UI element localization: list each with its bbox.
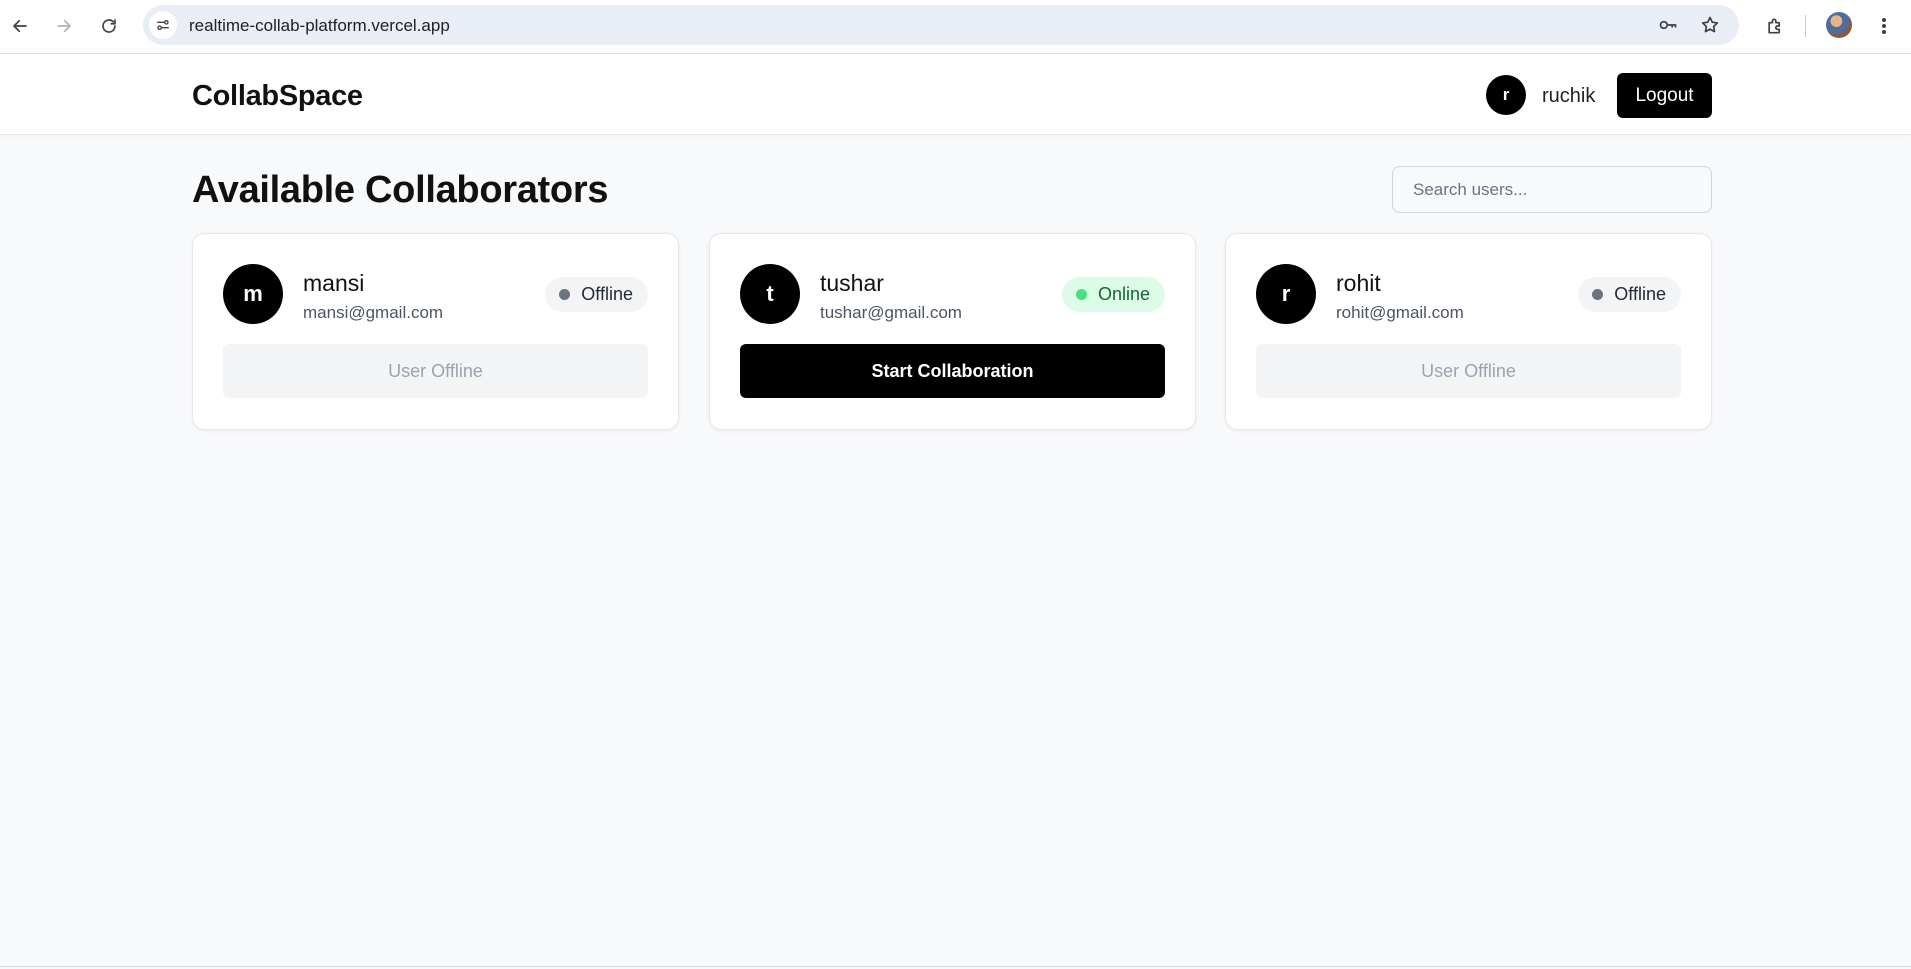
bookmark-star-icon[interactable]	[1698, 13, 1722, 37]
status-label: Online	[1097, 284, 1150, 304]
avatar: m	[223, 264, 283, 324]
user-name: mansi	[303, 270, 365, 296]
address-bar[interactable]: realtime-collab-platform.vercel.app	[143, 5, 1739, 45]
user-card-tushar: t tushar tushar@gmail.com Online Start C…	[709, 233, 1196, 430]
current-user-name: ruchik	[1542, 85, 1596, 107]
more-vert-icon[interactable]	[1872, 11, 1896, 41]
page-title: Available Collaborators	[192, 169, 609, 211]
forward-arrow-icon[interactable]	[49, 11, 79, 41]
user-card-rohit: r rohit rohit@gmail.com Offline User Off…	[1225, 233, 1712, 430]
logout-button[interactable]: Logout	[1617, 73, 1712, 118]
start-collaboration-button[interactable]: Start Collaboration	[740, 344, 1165, 398]
password-key-icon[interactable]	[1656, 13, 1680, 37]
status-dot-icon	[559, 289, 571, 300]
reload-icon[interactable]	[94, 11, 124, 41]
url-text[interactable]: realtime-collab-platform.vercel.app	[189, 16, 450, 36]
site-info-icon[interactable]	[149, 11, 177, 39]
user-name: tushar	[820, 270, 884, 296]
page-bottom-border	[0, 966, 1911, 967]
extensions-icon[interactable]	[1760, 11, 1790, 41]
user-card-mansi: m mansi mansi@gmail.com Offline User Off…	[192, 233, 679, 430]
toolbar-divider	[1805, 15, 1806, 37]
status-badge: Offline	[545, 277, 648, 312]
status-badge: Online	[1061, 277, 1165, 312]
brand-logo[interactable]: CollabSpace	[192, 80, 363, 113]
avatar: r	[1256, 264, 1316, 324]
user-name: rohit	[1336, 270, 1381, 296]
avatar: t	[740, 264, 800, 324]
user-offline-button[interactable]: User Offline	[1256, 344, 1681, 398]
status-label: Offline	[1614, 284, 1666, 304]
user-email: tushar@gmail.com	[820, 303, 962, 322]
user-email: mansi@gmail.com	[303, 303, 444, 322]
current-user-avatar: r	[1486, 75, 1526, 115]
status-dot-icon	[1592, 289, 1604, 300]
status-dot-icon	[1075, 289, 1087, 300]
profile-avatar[interactable]	[1826, 12, 1852, 38]
user-offline-button[interactable]: User Offline	[223, 344, 648, 398]
browser-toolbar: realtime-collab-platform.vercel.app	[0, 0, 1911, 54]
status-badge: Offline	[1578, 277, 1681, 312]
app-header: CollabSpace r ruchik Logout	[0, 54, 1911, 135]
search-input[interactable]	[1392, 166, 1712, 213]
user-email: rohit@gmail.com	[1336, 303, 1464, 322]
back-arrow-icon[interactable]	[5, 11, 35, 41]
status-label: Offline	[581, 284, 633, 304]
